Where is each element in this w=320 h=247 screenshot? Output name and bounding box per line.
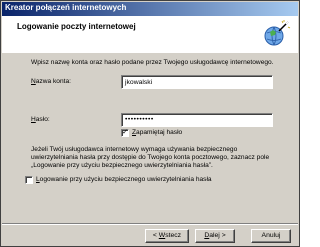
spa-checkbox-label[interactable]: Logowanie przy użyciu bezpiecznego uwier… [36,176,212,183]
wizard-window: Kreator połączeń internetowych Logowanie… [0,0,300,247]
password-label: Hasło: [31,116,50,123]
remember-password-checkbox[interactable]: ✓ [121,129,129,137]
cancel-button[interactable]: Anuluj [251,229,291,243]
spa-description: Jeżeli Twój usługodawca internetowy wyma… [31,146,270,169]
back-button[interactable]: < Wstecz [145,229,189,243]
globe-wand-icon [264,20,291,46]
next-button[interactable]: Dalej > [195,229,235,243]
remember-password-label[interactable]: Zapamiętaj hasło [132,129,182,136]
password-input[interactable]: •••••••••• [121,113,273,127]
spa-checkbox[interactable] [25,176,33,184]
intro-text: Wpisz nazwę konta oraz hasło podane prze… [31,59,274,66]
page-title: Logowanie poczty internetowej [17,22,136,31]
title-bar[interactable]: Kreator połączeń internetowych [2,2,298,16]
wizard-header: Logowanie poczty internetowej [2,16,298,53]
window-title: Kreator połączeń internetowych [5,3,127,12]
header-divider [2,52,298,53]
button-divider-highlight [2,224,298,225]
account-name-input[interactable]: jkowalski [121,75,273,89]
account-name-label: Nazwa konta: [31,78,71,85]
